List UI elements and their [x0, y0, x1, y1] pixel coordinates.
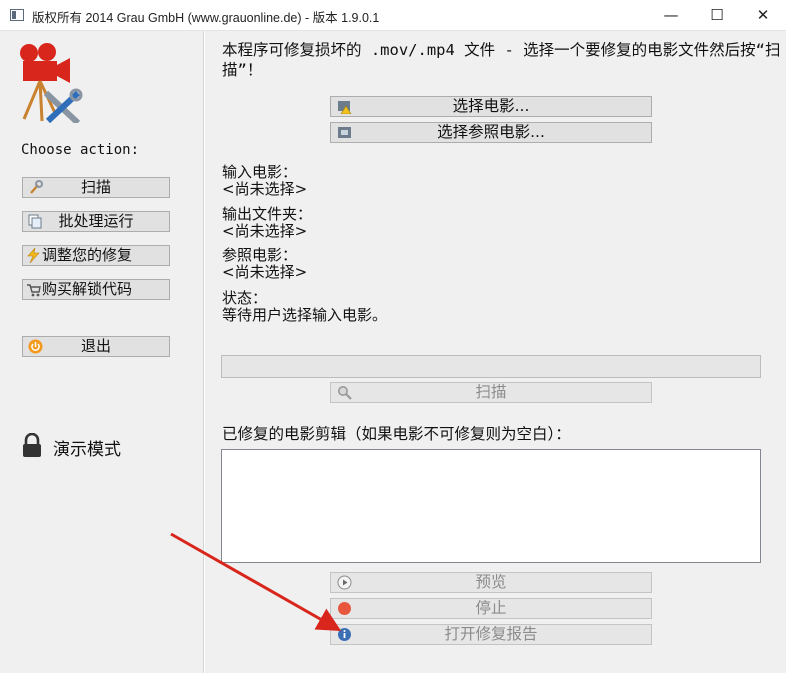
scan-action-button[interactable]: 扫描 [22, 177, 170, 198]
status-value: 等待用户选择输入电影。 [222, 306, 388, 324]
minimize-button[interactable]: — [648, 0, 694, 31]
batch-icon [28, 214, 42, 229]
reference-movie-value: <尚未选择> [222, 263, 308, 281]
lightning-icon [27, 248, 40, 263]
power-icon [28, 339, 43, 354]
movie-icon [338, 127, 351, 138]
cart-icon [27, 284, 41, 297]
batch-run-button[interactable]: 批处理运行 [22, 211, 170, 232]
movie-warning-icon [338, 101, 352, 114]
scan-action-label: 扫描 [80, 178, 111, 196]
preview-button[interactable]: 预览 [330, 572, 652, 593]
demo-mode-label: 演示模式 [53, 440, 121, 460]
select-movie-button[interactable]: 选择电影... [330, 96, 652, 117]
batch-run-label: 批处理运行 [58, 212, 134, 230]
repaired-clips-label: 已修复的电影剪辑（如果电影不可修复则为空白）： [222, 425, 571, 443]
app-icon [10, 9, 24, 21]
reference-movie-label: 参照电影： [222, 246, 298, 264]
close-button[interactable]: ✕ [740, 0, 786, 31]
buy-unlock-button[interactable]: 购买解锁代码 [22, 279, 170, 300]
choose-action-label: Choose action: [21, 142, 140, 158]
scan-label: 扫描 [475, 383, 507, 401]
main-panel: 本程序可修复损坏的 .mov/.mp4 文件 - 选择一个要修复的电影文件然后按… [205, 31, 786, 673]
lock-icon [23, 433, 41, 457]
adjust-repair-button[interactable]: 调整您的修复 [22, 245, 170, 266]
preview-label: 预览 [475, 573, 507, 591]
camera-tools-logo-icon [20, 43, 83, 123]
play-icon [337, 575, 352, 590]
scan-button[interactable]: 扫描 [330, 382, 652, 403]
status-label: 状态： [222, 289, 268, 307]
exit-button[interactable]: 退出 [22, 336, 170, 357]
instruction-text: 本程序可修复损坏的 .mov/.mp4 文件 - 选择一个要修复的电影文件然后按… [222, 41, 781, 79]
maximize-button[interactable]: ☐ [694, 0, 740, 31]
window-title: 版权所有 2014 Grau GmbH (www.grauonline.de) … [32, 11, 380, 25]
repaired-clips-list[interactable] [221, 449, 761, 563]
progress-bar [221, 355, 761, 378]
title-bar: 版权所有 2014 Grau GmbH (www.grauonline.de) … [0, 0, 786, 31]
select-reference-label: 选择参照电影... [437, 123, 545, 141]
open-report-label: 打开修复报告 [444, 625, 538, 643]
select-movie-label: 选择电影... [452, 97, 530, 115]
output-folder-label: 输出文件夹： [222, 205, 313, 223]
output-folder-value: <尚未选择> [222, 222, 308, 240]
adjust-repair-label: 调整您的修复 [42, 246, 133, 264]
exit-label: 退出 [80, 337, 111, 355]
stop-label: 停止 [475, 599, 507, 617]
open-report-button[interactable]: 打开修复报告 [330, 624, 652, 645]
select-reference-button[interactable]: 选择参照电影... [330, 122, 652, 143]
wrench-icon [30, 180, 43, 194]
input-movie-value: <尚未选择> [222, 180, 308, 198]
magnifier-icon [338, 386, 352, 400]
stop-button[interactable]: 停止 [330, 598, 652, 619]
info-icon [338, 628, 351, 641]
stop-icon [338, 602, 351, 615]
sidebar: Choose action: 扫描 批处理运行 调整您的修复 购买解锁代码 退出… [0, 31, 204, 673]
input-movie-label: 输入电影： [222, 163, 298, 181]
buy-unlock-label: 购买解锁代码 [42, 280, 133, 298]
